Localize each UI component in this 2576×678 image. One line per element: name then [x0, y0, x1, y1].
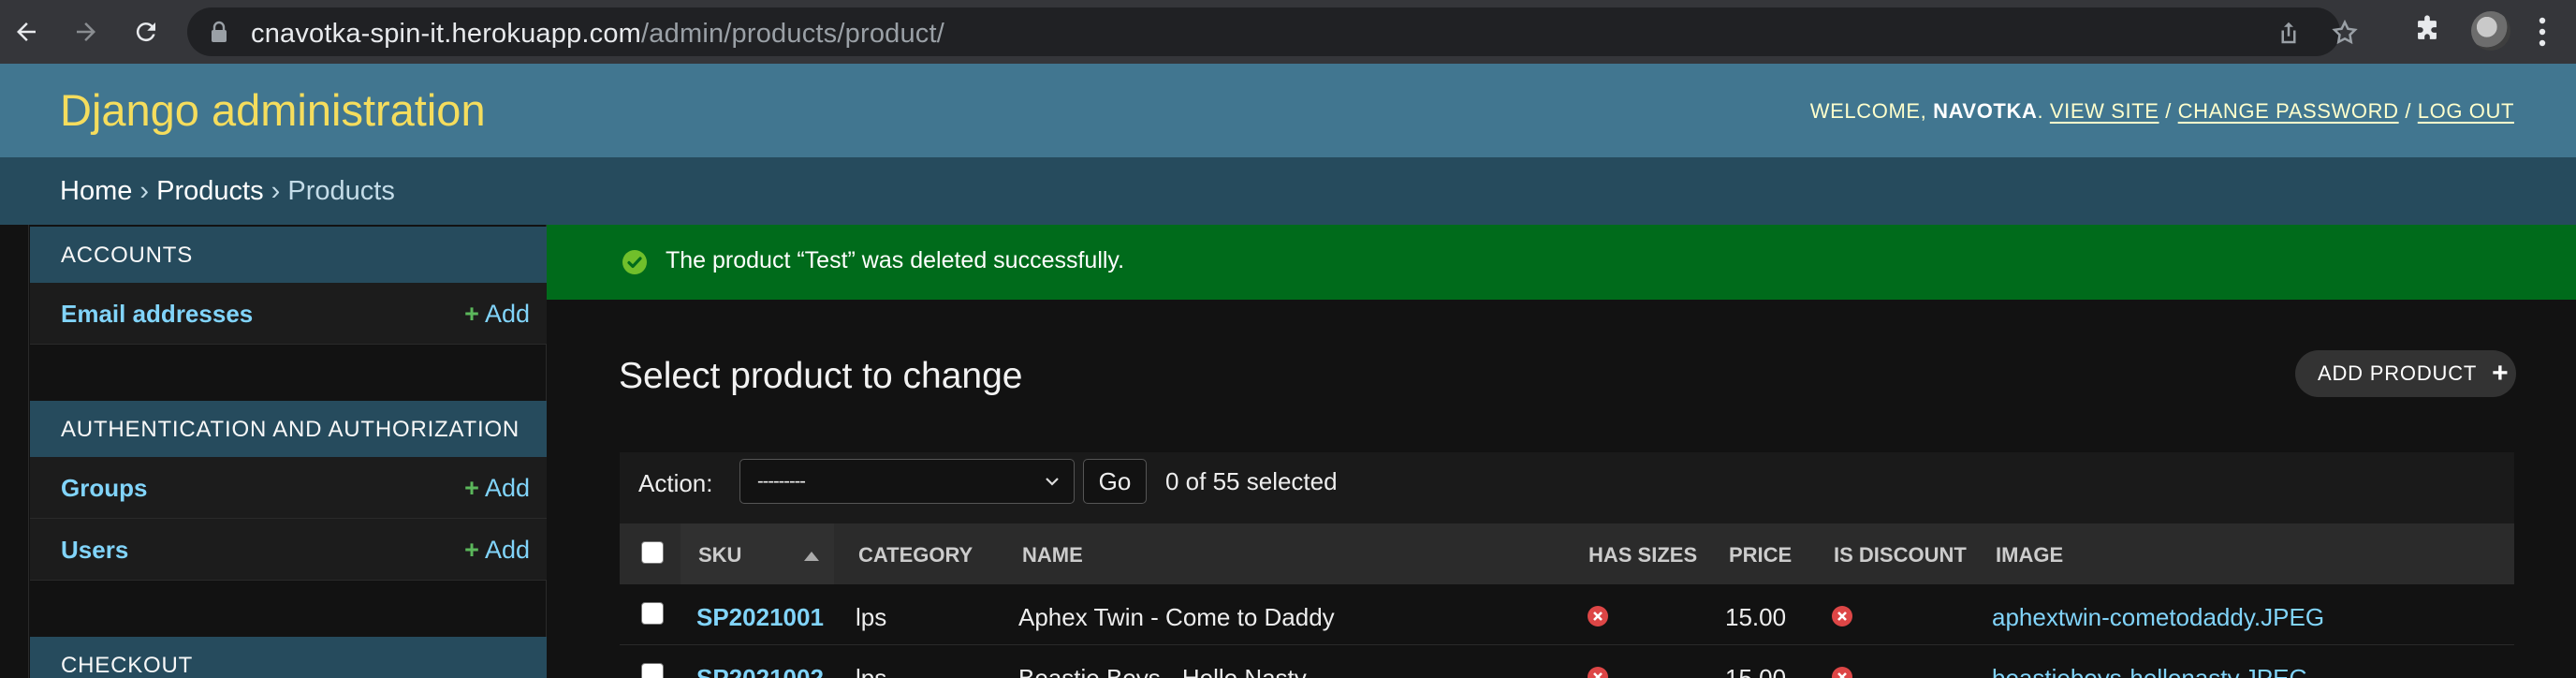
log-out-link[interactable]: LOG OUT — [2418, 99, 2514, 123]
column-header-category[interactable]: CATEGORY — [858, 523, 973, 584]
forward-button[interactable] — [66, 11, 107, 52]
breadcrumb-home[interactable]: Home — [60, 176, 132, 206]
breadcrumb-separator: › — [271, 176, 281, 206]
extensions-icon[interactable] — [2411, 14, 2443, 46]
sort-ascending-icon[interactable] — [804, 552, 819, 561]
reload-button[interactable] — [125, 11, 167, 52]
change-password-link[interactable]: CHANGE PASSWORD — [2178, 99, 2399, 123]
selection-counter: 0 of 55 selected — [1165, 467, 1338, 495]
module-caption-checkout[interactable]: CHECKOUT — [30, 637, 547, 678]
welcome-text: WELCOME, — [1809, 99, 1927, 123]
column-header-name[interactable]: NAME — [1022, 523, 1083, 584]
breadcrumb: Home › Products › Products — [0, 157, 2576, 225]
browser-toolbar: cnavotka-spin-it.herokuapp.com/admin/pro… — [0, 0, 2576, 64]
address-bar[interactable]: cnavotka-spin-it.herokuapp.com/admin/pro… — [187, 7, 2358, 56]
add-icon: + — [464, 474, 479, 502]
lock-icon — [212, 21, 227, 42]
false-icon — [1832, 667, 1852, 678]
action-select-value: --------- — [757, 471, 806, 492]
sidebar-item-label[interactable]: Email addresses — [61, 300, 253, 329]
false-icon — [1588, 667, 1608, 678]
false-icon — [1832, 606, 1852, 626]
reload-icon — [136, 22, 155, 42]
table-row: SP2021001 lps Aphex Twin - Come to Daddy… — [620, 584, 2514, 645]
breadcrumb-app[interactable]: Products — [156, 176, 263, 206]
add-user-button[interactable]: + Add — [464, 536, 530, 565]
add-email-address-button[interactable]: + Add — [464, 300, 530, 329]
breadcrumb-separator: › — [139, 176, 150, 206]
admin-header: Django administration WELCOME, NAVOTKA. … — [0, 64, 2576, 157]
table-row: SP2021002 lps Beastie Boys - Hello Nasty… — [620, 645, 2514, 678]
url-text: cnavotka-spin-it.herokuapp.com/admin/pro… — [251, 19, 945, 49]
username: NAVOTKA — [1933, 99, 2038, 123]
action-select[interactable]: --------- — [739, 459, 1075, 504]
product-image-link[interactable]: aphextwin-cometodaddy.JPEG — [1992, 603, 2324, 632]
success-message: The product “Test” was deleted successfu… — [547, 225, 2576, 300]
breadcrumb-current: Products — [287, 176, 395, 206]
back-button[interactable] — [6, 11, 47, 52]
add-icon: + — [464, 536, 479, 564]
table-header: SKU CATEGORY NAME HAS SIZES PRICE IS DIS… — [620, 523, 2514, 584]
column-header-is-discount[interactable]: IS DISCOUNT — [1834, 523, 1967, 584]
add-product-button[interactable]: ADD PRODUCT + — [2295, 350, 2516, 397]
checkmark-circle-icon — [622, 250, 647, 274]
sidebar-item-groups: Groups + Add — [30, 457, 547, 519]
site-title[interactable]: Django administration — [60, 84, 486, 136]
star-icon[interactable] — [2331, 19, 2359, 47]
arrow-right-icon — [77, 22, 95, 41]
sidebar-item-label[interactable]: Groups — [61, 474, 147, 503]
go-button[interactable]: Go — [1083, 459, 1147, 504]
profile-avatar[interactable] — [2471, 11, 2510, 51]
plus-icon: + — [2492, 358, 2510, 389]
add-icon: + — [464, 300, 479, 328]
action-label: Action: — [638, 469, 713, 497]
nav-sidebar: ACCOUNTS Email addresses + Add AUTHENTICA… — [28, 225, 547, 678]
product-name: Beastie Boys - Hello Nasty — [1018, 664, 1307, 678]
module-caption-auth[interactable]: AUTHENTICATION AND AUTHORIZATION — [30, 401, 547, 457]
sidebar-item-label[interactable]: Users — [61, 536, 128, 565]
column-header-has-sizes[interactable]: HAS SIZES — [1588, 523, 1697, 584]
sidebar-item-users: Users + Add — [30, 519, 547, 581]
product-sku-link[interactable]: SP2021002 — [696, 664, 824, 678]
column-header-image[interactable]: IMAGE — [1996, 523, 2063, 584]
row-select-checkbox[interactable] — [641, 663, 664, 678]
product-name: Aphex Twin - Come to Daddy — [1018, 603, 1335, 631]
view-site-link[interactable]: VIEW SITE — [2050, 99, 2159, 123]
sidebar-item-email-addresses: Email addresses + Add — [30, 283, 547, 345]
actions-bar: Action: --------- Go 0 of 55 selected — [620, 452, 2514, 523]
column-header-price[interactable]: PRICE — [1729, 523, 1792, 584]
arrow-left-icon — [17, 22, 36, 41]
product-price: 15.00 — [1725, 664, 1787, 678]
product-category: lps — [856, 664, 887, 678]
user-tools: WELCOME, NAVOTKA. VIEW SITE / CHANGE PAS… — [1809, 99, 2514, 123]
row-select-checkbox[interactable] — [641, 602, 664, 625]
page-title: Select product to change — [619, 356, 1023, 396]
product-category: lps — [856, 603, 887, 631]
add-group-button[interactable]: + Add — [464, 474, 530, 503]
false-icon — [1588, 606, 1608, 626]
module-caption-accounts[interactable]: ACCOUNTS — [30, 227, 547, 283]
product-price: 15.00 — [1725, 603, 1787, 631]
message-text: The product “Test” was deleted successfu… — [666, 247, 1125, 273]
product-image-link[interactable]: beastieboys-hellonasty.JPEG — [1992, 664, 2308, 678]
select-all-checkbox[interactable] — [641, 541, 664, 564]
menu-kebab-icon[interactable] — [2533, 13, 2552, 51]
column-header-sku[interactable]: SKU — [681, 523, 834, 584]
share-icon[interactable] — [2275, 19, 2303, 47]
product-sku-link[interactable]: SP2021001 — [696, 603, 824, 632]
chevron-down-icon — [1046, 478, 1059, 486]
